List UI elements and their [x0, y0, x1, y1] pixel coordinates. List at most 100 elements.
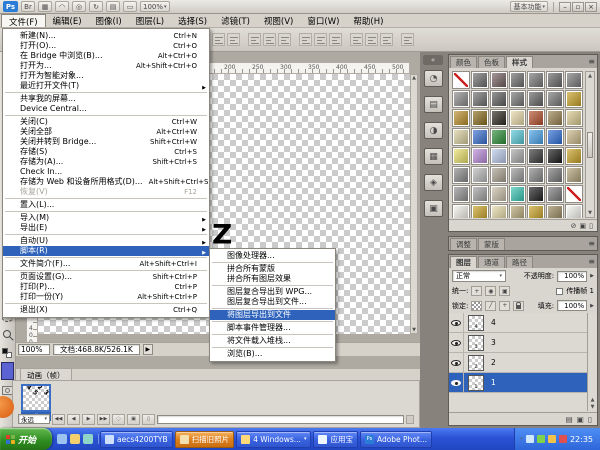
style-swatch-none[interactable] [452, 71, 470, 89]
scroll-up-icon[interactable]: ▲ [591, 397, 595, 403]
menu-bar-item[interactable]: 窗口(W) [300, 14, 346, 27]
style-swatch[interactable] [527, 128, 545, 146]
style-swatch[interactable] [452, 204, 470, 218]
file-menu-item[interactable]: 导入(M)▶ [3, 213, 209, 223]
panel-menu-icon[interactable]: ≡ [588, 57, 595, 66]
file-menu-item[interactable]: 关闭全部Alt+Ctrl+W [3, 127, 209, 137]
scripts-submenu-item[interactable]: 图层复合导出到 WPG... [210, 287, 335, 297]
style-swatch[interactable] [527, 185, 545, 203]
scroll-up-icon[interactable]: ▲ [412, 75, 416, 81]
style-swatch[interactable] [565, 147, 583, 165]
scripts-submenu-item[interactable]: 拼合所有图层效果 [210, 274, 335, 284]
taskbar-window-button[interactable]: 应用宝 [313, 431, 358, 448]
tab-蒙版[interactable]: 蒙版 [478, 238, 505, 250]
animation-frame-thumbnail[interactable]: 1 2 3 4 5 [21, 384, 51, 412]
file-menu-item[interactable]: 导出(E)▶ [3, 223, 209, 233]
style-swatch[interactable] [490, 204, 508, 218]
loop-count-selector[interactable]: 永远 ▾ [18, 414, 50, 424]
file-menu-item[interactable]: Check In... [3, 167, 209, 177]
blend-mode-dropdown[interactable]: 正常 ▾ [452, 270, 506, 282]
zoom-level-dropdown[interactable]: 100% ▾ [140, 1, 170, 12]
scripts-submenu-item[interactable]: 将图层导出到文件 [210, 310, 335, 320]
align-left-edges-icon[interactable] [263, 33, 276, 46]
rotate-view-icon[interactable]: ↻ [89, 1, 103, 12]
distribute-bottom-edges-icon[interactable] [329, 33, 342, 46]
document-vertical-scrollbar[interactable]: ▲ ▼ [410, 74, 418, 334]
style-swatch[interactable] [490, 90, 508, 108]
style-swatch[interactable] [452, 90, 470, 108]
style-swatch[interactable] [509, 109, 527, 127]
taskbar-window-button[interactable]: PsAdobe Phot... [360, 431, 432, 448]
lock-transparency-button[interactable] [471, 301, 482, 311]
panel-resize-grip[interactable] [406, 415, 414, 424]
file-menu-item[interactable]: 存储(S)Ctrl+S [3, 147, 209, 157]
panel-menu-icon[interactable]: ≡ [588, 239, 595, 248]
style-swatch[interactable] [546, 128, 564, 146]
new-layer-button[interactable]: ▣ [577, 415, 584, 424]
distribute-left-edges-icon[interactable] [350, 33, 363, 46]
style-swatch[interactable] [565, 204, 583, 218]
lock-all-button[interactable] [513, 301, 524, 311]
style-swatch[interactable] [509, 128, 527, 146]
file-menu-item[interactable]: 文件简介(F)...Alt+Shift+Ctrl+I [3, 259, 209, 269]
align-vertical-centers-icon[interactable] [227, 33, 240, 46]
delete-layer-button[interactable]: ▯ [588, 415, 592, 424]
taskbar-window-button[interactable]: 4 Windows...▾ [236, 431, 311, 448]
scroll-down-icon[interactable]: ▼ [412, 327, 416, 333]
file-menu-item[interactable]: 退出(X)Ctrl+Q [3, 305, 209, 315]
file-menu-item[interactable]: 最近打开文件(T)▶ [3, 81, 209, 91]
tray-network-icon[interactable] [559, 435, 567, 443]
menu-bar-item[interactable]: 图层(L) [129, 14, 171, 27]
visibility-cell[interactable] [449, 313, 464, 332]
default-colors-icon[interactable] [2, 348, 8, 354]
tab-调整[interactable]: 调整 [450, 238, 477, 250]
character-icon[interactable]: ▣ [424, 200, 443, 217]
menu-bar-item[interactable]: 滤镜(T) [214, 14, 257, 27]
style-swatch[interactable] [452, 128, 470, 146]
style-swatch[interactable] [509, 71, 527, 89]
style-swatch[interactable] [490, 109, 508, 127]
play-button[interactable]: ▶ [82, 414, 95, 425]
file-menu-item[interactable]: 打开为...Alt+Shift+Ctrl+O [3, 61, 209, 71]
scripts-submenu-item[interactable]: 拼合所有蒙版 [210, 264, 335, 274]
tray-antivirus-icon[interactable] [537, 435, 545, 443]
visibility-cell[interactable] [449, 333, 464, 352]
fill-spinner-icon[interactable]: ▶ [590, 303, 594, 309]
zoom-icon[interactable]: ◎ [72, 1, 86, 12]
restore-button[interactable]: ▫ [572, 2, 584, 12]
layers-scrollbar[interactable]: ▲ ▼ [587, 313, 597, 411]
layer-row[interactable]: 44 [449, 313, 587, 333]
scripts-submenu-item[interactable]: 脚本事件管理器... [210, 323, 335, 333]
style-swatch[interactable] [509, 204, 527, 218]
style-swatch[interactable] [471, 185, 489, 203]
layer-row[interactable]: 11 [449, 373, 587, 393]
delete-frame-button[interactable]: ▯ [142, 414, 155, 425]
style-swatch[interactable] [565, 90, 583, 108]
style-swatch[interactable] [509, 166, 527, 184]
style-swatch[interactable] [490, 185, 508, 203]
style-swatch[interactable] [565, 109, 583, 127]
layer-row[interactable]: 22 [449, 353, 587, 373]
visibility-cell[interactable] [449, 353, 464, 372]
close-button[interactable]: × [585, 2, 597, 12]
taskbar-window-button[interactable]: aecs4200TYB [100, 431, 173, 448]
scripts-submenu-item[interactable]: 图层复合导出到文件... [210, 297, 335, 307]
file-menu-item[interactable]: 新建(N)...Ctrl+N [3, 31, 209, 41]
visibility-cell[interactable] [449, 373, 464, 392]
delete-style-button[interactable]: ▯ [589, 222, 593, 230]
file-menu-item[interactable]: 关闭(C)Ctrl+W [3, 117, 209, 127]
clear-style-button[interactable]: ⊘ [571, 222, 577, 230]
style-swatch[interactable] [471, 204, 489, 218]
style-swatch[interactable] [546, 109, 564, 127]
next-frame-button[interactable]: ▶▶ [97, 414, 110, 425]
file-menu-item[interactable]: 恢复(V)F12 [3, 187, 209, 197]
taskbar-window-button[interactable]: 扫描旧照片 [175, 431, 235, 448]
tray-collapse-icon[interactable]: « [520, 436, 523, 442]
screen-mode-icon[interactable]: ▭ [123, 1, 137, 12]
new-frame-button[interactable]: ▣ [127, 414, 140, 425]
style-swatch[interactable] [490, 128, 508, 146]
tab-颜色[interactable]: 颜色 [450, 56, 477, 68]
file-menu-item[interactable]: 打印(P)...Ctrl+P [3, 282, 209, 292]
style-swatch[interactable] [546, 166, 564, 184]
new-style-button[interactable]: ▣ [580, 222, 587, 230]
